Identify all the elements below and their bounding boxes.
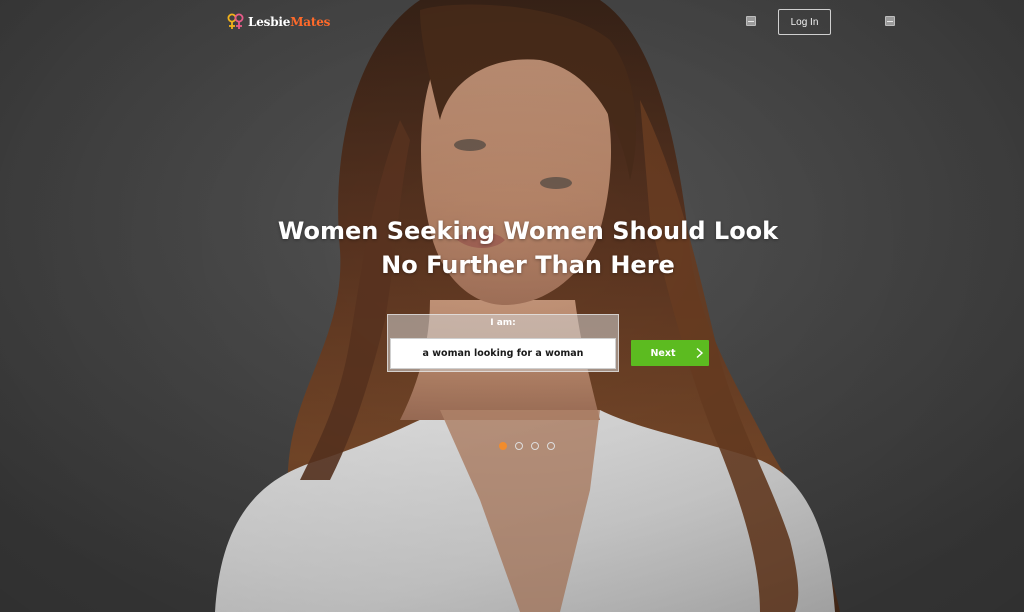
next-button[interactable]: Next (631, 340, 709, 366)
site-header: LesbieMates Log In (0, 0, 1024, 44)
carousel-dot[interactable] (547, 442, 555, 450)
menu-icon[interactable] (746, 16, 756, 26)
landing-page: LesbieMates Log In Women Seeking Women S… (0, 0, 1024, 612)
chevron-right-icon (696, 347, 704, 359)
form-label: I am: (490, 318, 516, 328)
carousel-dot[interactable] (531, 442, 539, 450)
logo[interactable]: LesbieMates (226, 12, 330, 32)
hero-overlay (0, 0, 1024, 612)
carousel-dot[interactable] (515, 442, 523, 450)
logo-wordmark: LesbieMates (248, 15, 330, 29)
carousel-dots (499, 442, 555, 451)
next-button-label: Next (650, 347, 676, 359)
carousel-dot[interactable] (499, 442, 507, 450)
login-button[interactable]: Log In (778, 9, 831, 35)
search-form: I am: a woman looking for a woman (387, 314, 619, 372)
double-venus-icon (227, 13, 244, 29)
logo-text-part1: Lesbie (248, 15, 291, 29)
menu-icon[interactable] (885, 16, 895, 26)
hero-headline: Women Seeking Women Should Look No Furth… (277, 217, 779, 279)
gender-preference-select[interactable]: a woman looking for a woman (390, 338, 616, 369)
logo-text-part2: Mates (290, 15, 331, 29)
